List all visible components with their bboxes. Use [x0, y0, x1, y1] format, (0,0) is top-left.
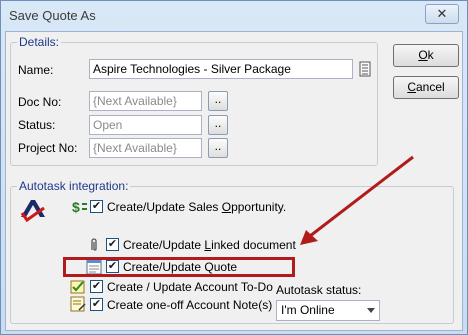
annotation-arrow: [300, 155, 414, 245]
